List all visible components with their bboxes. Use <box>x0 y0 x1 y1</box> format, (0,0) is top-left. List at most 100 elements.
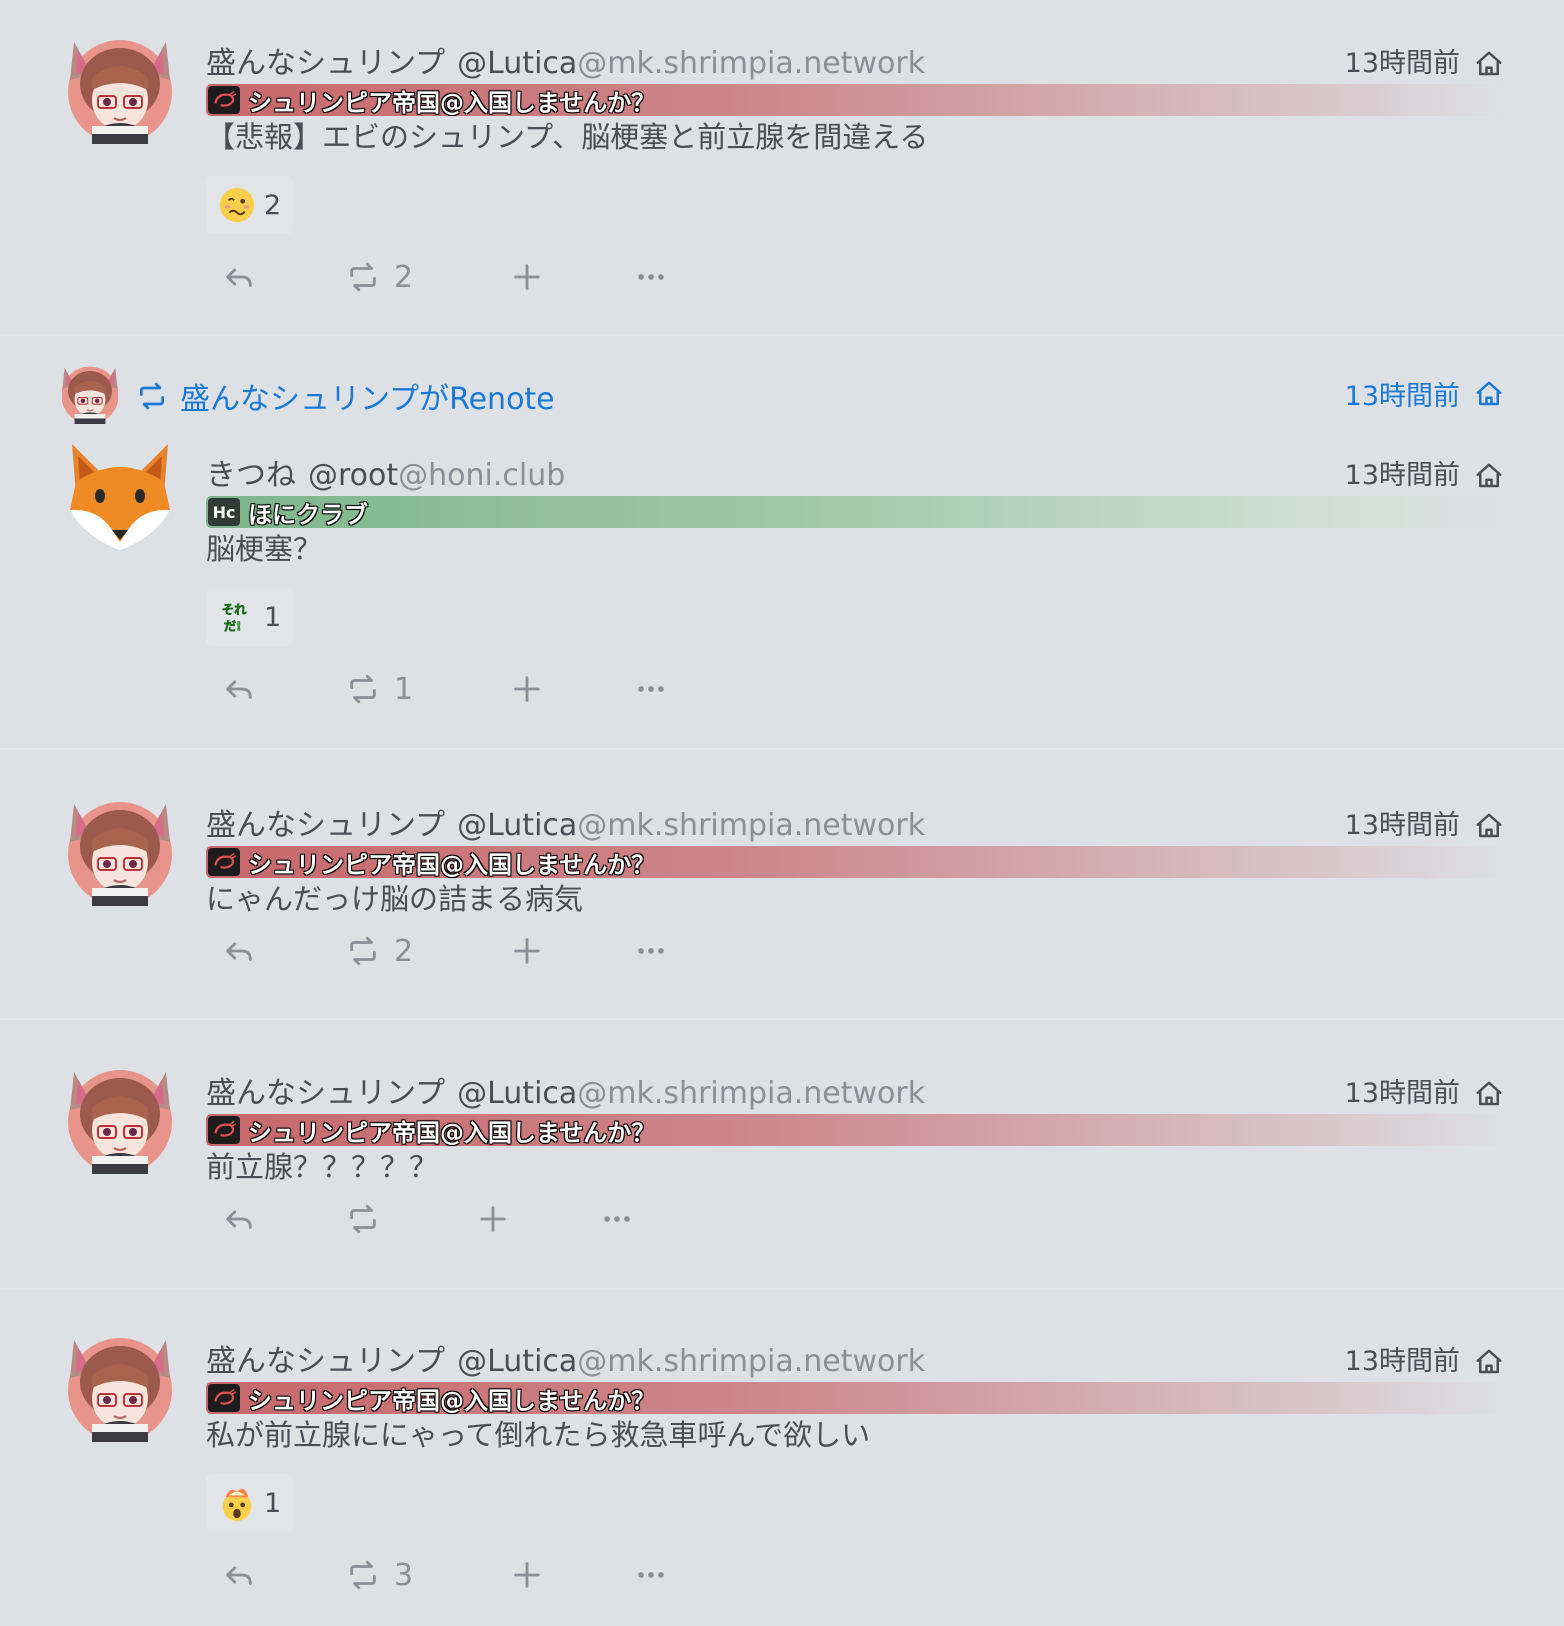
cat-girl-avatar-icon <box>62 790 178 906</box>
react-button[interactable] <box>476 1194 510 1244</box>
plus-icon <box>476 1202 510 1236</box>
renote-meta: 13時間前 <box>1345 374 1504 413</box>
reply-button[interactable] <box>222 926 256 976</box>
note-footer: 1 <box>206 664 1504 714</box>
renote-by-label: 盛んなシュリンプがRenote <box>180 382 555 417</box>
user-host[interactable]: @mk.shrimpia.network <box>577 46 925 81</box>
home-icon <box>1474 1079 1504 1109</box>
renote-by[interactable]: 盛んなシュリンプがRenote <box>136 374 555 418</box>
reply-button[interactable] <box>222 664 256 714</box>
display-name[interactable]: 盛んなシュリンプ <box>206 808 445 843</box>
more-button[interactable] <box>634 926 668 976</box>
reaction-count: 1 <box>264 1487 282 1519</box>
avatar[interactable] <box>62 790 178 906</box>
more-icon <box>634 934 668 968</box>
cat-girl-avatar-icon <box>62 1058 178 1174</box>
user-host[interactable]: @mk.shrimpia.network <box>577 1344 925 1379</box>
shrimp-icon <box>208 86 240 114</box>
reaction-count: 1 <box>264 601 282 633</box>
renote-avatar[interactable] <box>62 360 118 424</box>
display-name[interactable]: きつね <box>206 458 296 493</box>
note-text: 脳梗塞？ <box>206 532 323 566</box>
instance-name: シュリンピア帝国@入国しませんか？ <box>248 1386 656 1415</box>
note-header: 盛んなシュリンプ @Lutica@mk.shrimpia.network 13時間… <box>206 44 1504 84</box>
note-body: 盛んなシュリンプ @Lutica@mk.shrimpia.network 13時間… <box>206 44 1504 302</box>
user-host[interactable]: @mk.shrimpia.network <box>577 808 925 843</box>
note-time[interactable]: 13時間前 <box>1345 1342 1460 1382</box>
note-footer <box>206 1194 1504 1244</box>
note-text: 【悲報】エビのシュリンプ、脳梗塞と前立腺を間違える <box>206 120 929 154</box>
plus-icon <box>510 672 544 706</box>
note-meta: 13時間前 <box>1345 1342 1504 1382</box>
shrimp-icon <box>208 1384 240 1412</box>
user-host[interactable]: @mk.shrimpia.network <box>577 1076 925 1111</box>
more-button[interactable] <box>634 252 668 302</box>
reply-button[interactable] <box>222 252 256 302</box>
username[interactable]: @Lutica <box>457 1344 577 1379</box>
plus-icon <box>510 934 544 968</box>
display-name[interactable]: 盛んなシュリンプ <box>206 46 445 81</box>
note-footer: 2 <box>206 926 1504 976</box>
display-name[interactable]: 盛んなシュリンプ <box>206 1344 445 1379</box>
username[interactable]: @Lutica <box>457 1076 577 1111</box>
display-name[interactable]: 盛んなシュリンプ <box>206 1076 445 1111</box>
avatar[interactable] <box>62 1326 178 1442</box>
reply-button[interactable] <box>222 1550 256 1600</box>
reply-icon <box>222 672 256 706</box>
reply-icon <box>222 260 256 294</box>
renote-button[interactable]: 1 <box>346 664 413 714</box>
username[interactable]: @Lutica <box>457 46 577 81</box>
note-header: 盛んなシュリンプ @Lutica@mk.shrimpia.network 13時間… <box>206 1342 1504 1382</box>
note-text: にゃんだっけ脳の詰まる病気 <box>206 882 584 916</box>
renote-button[interactable]: 2 <box>346 252 413 302</box>
note-meta: 13時間前 <box>1345 1074 1504 1114</box>
react-button[interactable] <box>510 252 544 302</box>
reaction-button[interactable]: 1 <box>206 588 294 646</box>
divider <box>0 748 1564 750</box>
renote-button[interactable]: 3 <box>346 1550 413 1600</box>
instance-name: シュリンピア帝国@入国しませんか？ <box>248 1118 656 1147</box>
renote-time[interactable]: 13時間前 <box>1345 374 1460 413</box>
note-time[interactable]: 13時間前 <box>1345 44 1460 84</box>
instance-ticker: シュリンピア帝国@入国しませんか？ <box>206 84 1504 117</box>
divider <box>0 334 1564 336</box>
avatar[interactable] <box>62 28 178 144</box>
fox-avatar-icon <box>62 438 178 554</box>
note-time[interactable]: 13時間前 <box>1345 806 1460 846</box>
soreda-sticker-icon <box>218 598 256 636</box>
renote-icon <box>136 380 168 412</box>
divider <box>0 1018 1564 1020</box>
more-button[interactable] <box>634 1550 668 1600</box>
react-button[interactable] <box>510 1550 544 1600</box>
instance-icon: Hc <box>208 498 240 526</box>
more-button[interactable] <box>600 1194 634 1244</box>
note-meta: 13時間前 <box>1345 456 1504 496</box>
plus-icon <box>510 1558 544 1592</box>
renote-count: 3 <box>394 1557 414 1593</box>
avatar[interactable] <box>62 438 178 554</box>
reply-button[interactable] <box>222 1194 256 1244</box>
note-body: きつね @root@honi.club 13時間前 Hc ほにクラブ 脳梗塞？ 1… <box>206 456 1504 714</box>
renote-icon <box>346 672 380 706</box>
username[interactable]: @root <box>308 458 398 493</box>
reaction-button[interactable]: 2 <box>206 176 294 234</box>
reaction-button[interactable]: 1 <box>206 1474 294 1532</box>
note-time[interactable]: 13時間前 <box>1345 1074 1460 1114</box>
avatar[interactable] <box>62 1058 178 1174</box>
user-host[interactable]: @honi.club <box>398 458 565 493</box>
note-time[interactable]: 13時間前 <box>1345 456 1460 496</box>
more-icon <box>634 260 668 294</box>
react-button[interactable] <box>510 664 544 714</box>
note-text: 前立腺？？？？？ <box>206 1150 439 1184</box>
react-button[interactable] <box>510 926 544 976</box>
note-text: 私が前立腺ににゃって倒れたら救急車呼んで欲しい <box>206 1418 871 1452</box>
instance-ticker: Hc ほにクラブ <box>206 496 1504 529</box>
username[interactable]: @Lutica <box>457 808 577 843</box>
more-button[interactable] <box>634 664 668 714</box>
timeline: 盛んなシュリンプ @Lutica@mk.shrimpia.network 13時間… <box>0 0 1564 1626</box>
renote-button[interactable]: 2 <box>346 926 413 976</box>
renote-count: 1 <box>394 671 414 707</box>
instance-ticker: シュリンピア帝国@入国しませんか？ <box>206 846 1504 879</box>
renote-button[interactable] <box>346 1194 394 1244</box>
home-icon <box>1474 461 1504 491</box>
